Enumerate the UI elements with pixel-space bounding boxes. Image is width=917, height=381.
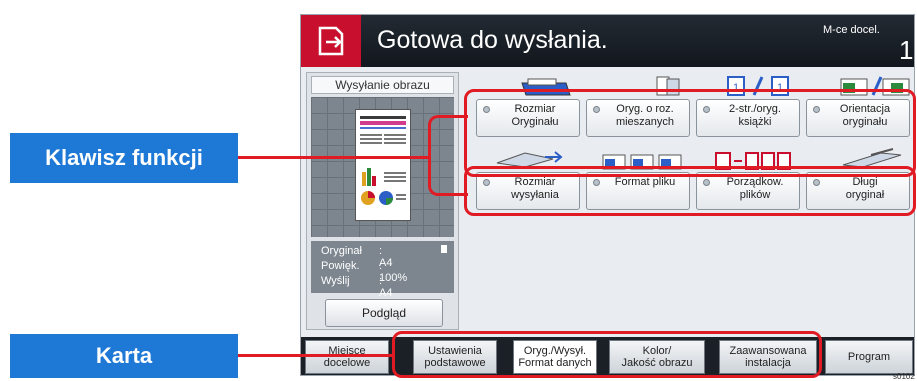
document-thumbnail bbox=[355, 109, 411, 221]
tabs-highlight bbox=[392, 331, 822, 378]
info-row-zoom: Powięk. : 100% bbox=[321, 260, 407, 284]
preview-panel: Wysyłanie obrazu Oryginał: A4 Powięk.:… bbox=[306, 72, 459, 330]
info-label: Oryginał bbox=[321, 245, 362, 257]
info-row-send: Wyślij : A4 bbox=[321, 275, 392, 299]
function-keys-highlight-row1 bbox=[464, 89, 916, 177]
function-keys-bracket bbox=[428, 115, 468, 196]
figure: Klawisz funkcji Karta Gotowa do wysłania… bbox=[0, 0, 917, 381]
destinations-count: 1 bbox=[899, 35, 914, 65]
callout-function-key: Klawisz funkcji bbox=[10, 133, 238, 183]
tab-label: docelowe bbox=[323, 357, 371, 369]
tab-program[interactable]: Program bbox=[825, 340, 913, 374]
info-label: Wyślij bbox=[321, 275, 350, 287]
preview-info: Oryginał : A4 Powięk. : 100% Wyślij : A4 bbox=[311, 241, 454, 299]
function-keys-highlight-row2 bbox=[464, 166, 916, 216]
tab-destination[interactable]: Miejsce docelowe bbox=[305, 340, 389, 374]
info-label: Powięk. bbox=[321, 260, 360, 272]
callout-tab: Karta bbox=[10, 334, 238, 378]
status-message: Gotowa do wysłania. bbox=[377, 26, 608, 54]
info-row-original: Oryginał : A4 bbox=[321, 245, 392, 269]
figure-code: s0102 bbox=[893, 372, 915, 381]
page-icon bbox=[441, 245, 447, 253]
preview-button[interactable]: Podgląd bbox=[325, 299, 443, 327]
preview-title: Wysyłanie obrazu bbox=[311, 76, 454, 94]
info-value: : A4 bbox=[379, 275, 393, 299]
tab-leader-line bbox=[238, 354, 393, 357]
function-key-leader-line bbox=[238, 156, 429, 159]
destinations-label: M-ce docel. bbox=[823, 24, 880, 36]
title-bar: Gotowa do wysłania. M-ce docel. 1 bbox=[301, 15, 914, 67]
send-icon bbox=[301, 15, 361, 67]
tab-label: Program bbox=[847, 351, 891, 363]
